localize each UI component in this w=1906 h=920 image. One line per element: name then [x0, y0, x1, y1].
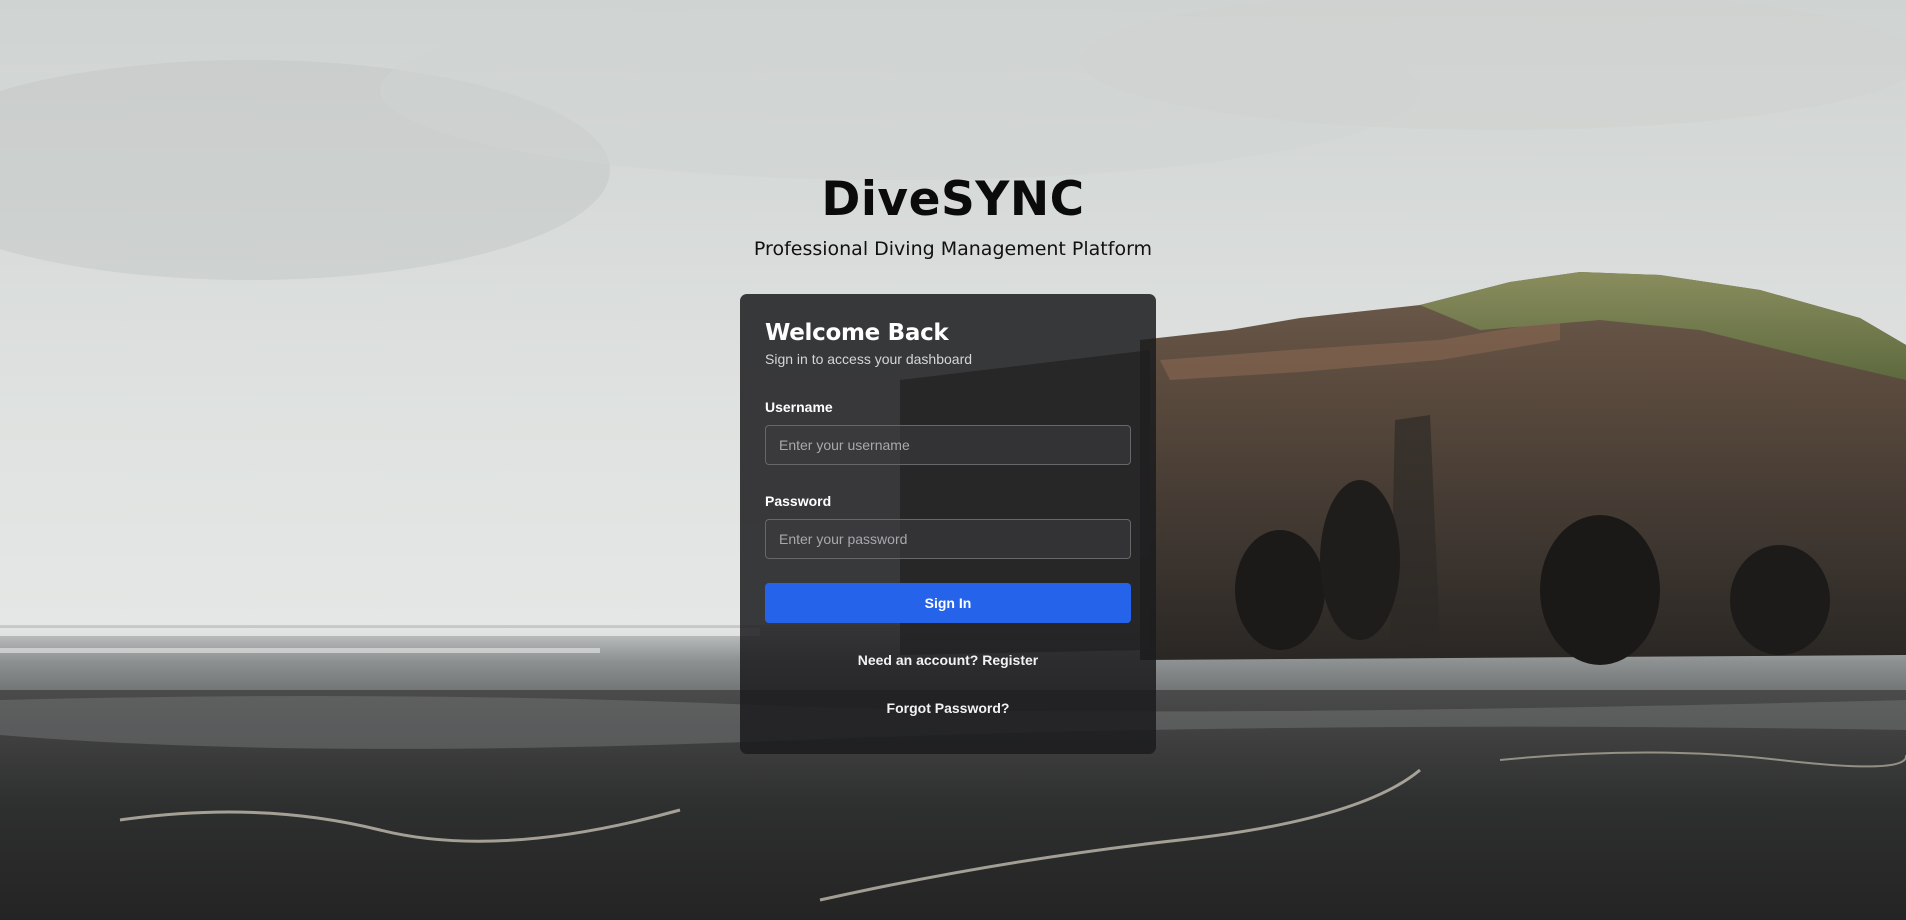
- username-label: Username: [765, 399, 833, 415]
- app-title: DiveSYNC: [821, 172, 1085, 227]
- login-title: Welcome Back: [765, 320, 949, 346]
- username-input[interactable]: [765, 425, 1131, 465]
- forgot-password-link[interactable]: Forgot Password?: [765, 700, 1131, 716]
- login-subtitle: Sign in to access your dashboard: [765, 351, 973, 367]
- login-card: Welcome Back Sign in to access your dash…: [740, 294, 1156, 754]
- sign-in-button[interactable]: Sign In: [765, 583, 1131, 623]
- password-input[interactable]: [765, 519, 1131, 559]
- password-label: Password: [765, 493, 832, 509]
- brand-header: DiveSYNC Professional Diving Management …: [0, 170, 1906, 262]
- register-link[interactable]: Need an account? Register: [765, 652, 1131, 668]
- app-tagline: Professional Diving Management Platform: [753, 238, 1153, 260]
